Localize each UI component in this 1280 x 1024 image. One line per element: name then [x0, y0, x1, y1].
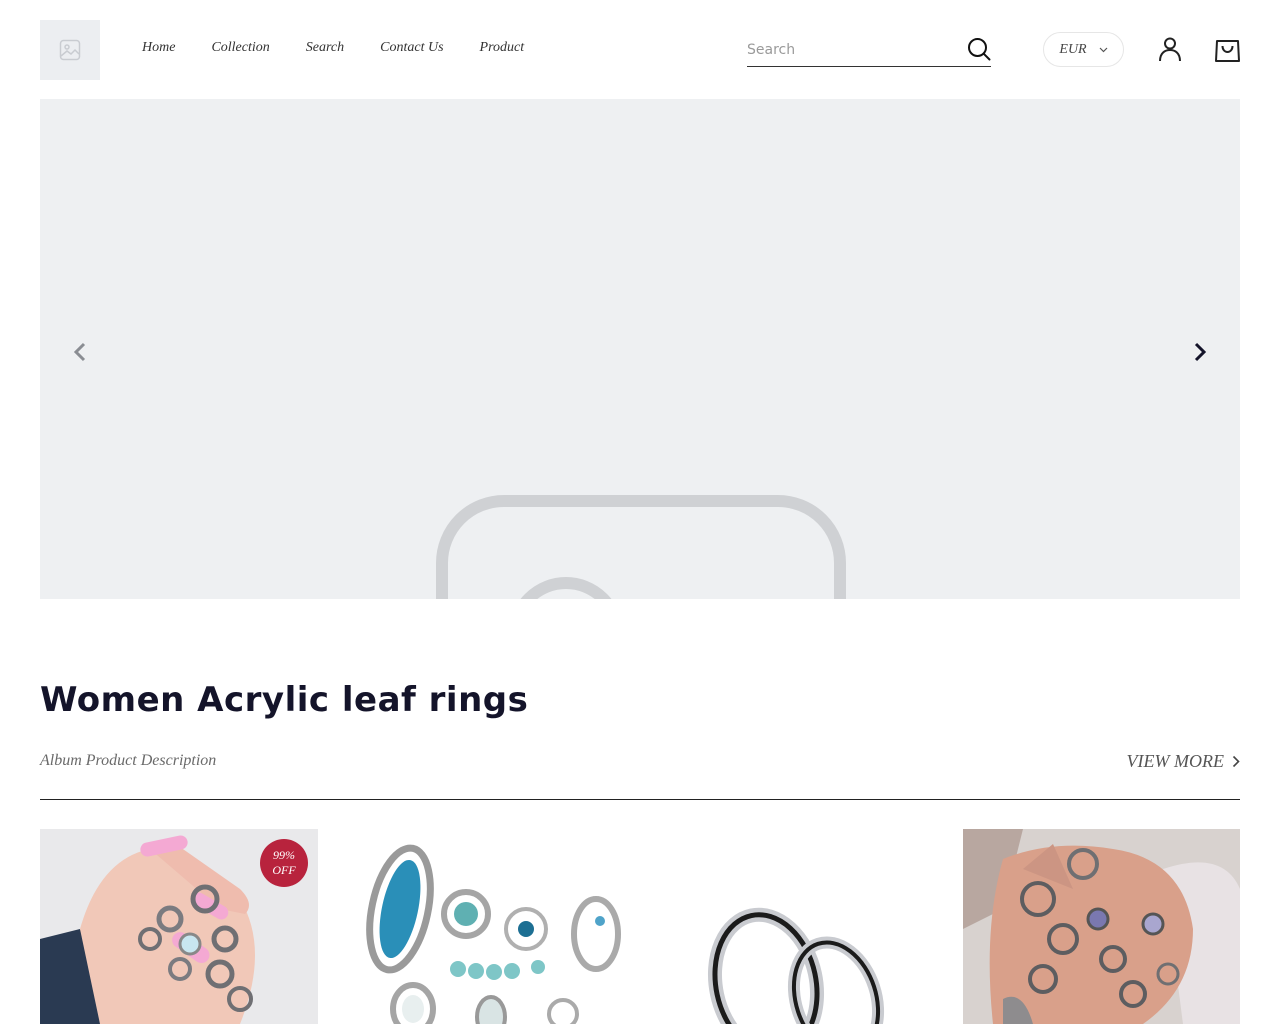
store-logo[interactable] — [40, 20, 100, 80]
nav-collection[interactable]: Collection — [211, 40, 269, 56]
chevron-right-icon[interactable] — [1188, 337, 1212, 367]
product-image — [963, 829, 1240, 1024]
discount-value: 99% — [273, 848, 295, 862]
nav-home[interactable]: Home — [142, 40, 175, 56]
discount-label: OFF — [272, 863, 296, 877]
site-header: Home Collection Search Contact Us Produc… — [0, 0, 1280, 99]
discount-badge: 99% OFF — [260, 839, 308, 887]
chevron-left-icon[interactable] — [68, 337, 92, 367]
image-placeholder-icon — [59, 39, 81, 61]
image-placeholder-icon — [436, 495, 846, 599]
nav-search[interactable]: Search — [306, 40, 344, 56]
product-image — [656, 829, 934, 1024]
search-icon[interactable] — [967, 37, 991, 61]
collection-description: Album Product Description — [40, 752, 217, 769]
product-card[interactable] — [348, 829, 626, 1024]
shopping-bag-icon[interactable] — [1214, 36, 1241, 63]
currency-label: EUR — [1059, 41, 1087, 57]
chevron-right-icon — [1232, 755, 1240, 768]
view-more-label: VIEW MORE — [1126, 751, 1224, 771]
hero-slider — [40, 99, 1240, 599]
section-divider — [40, 799, 1240, 800]
product-grid: 99% OFF — [40, 829, 1240, 1024]
product-image — [348, 829, 626, 1024]
product-card[interactable]: 99% OFF — [40, 829, 318, 1024]
chevron-down-icon — [1099, 47, 1108, 52]
collection-title: Women Acrylic leaf rings — [40, 680, 529, 720]
product-card[interactable] — [656, 829, 934, 1024]
user-icon[interactable] — [1157, 36, 1183, 62]
main-nav: Home Collection Search Contact Us Produc… — [142, 40, 560, 56]
view-more-link[interactable]: VIEW MORE — [1127, 751, 1240, 772]
product-card[interactable] — [963, 829, 1241, 1024]
search-bar — [747, 34, 991, 67]
search-input[interactable] — [747, 38, 957, 62]
nav-contact-us[interactable]: Contact Us — [380, 40, 443, 56]
currency-selector[interactable]: EUR — [1043, 32, 1124, 67]
nav-product[interactable]: Product — [480, 40, 525, 56]
